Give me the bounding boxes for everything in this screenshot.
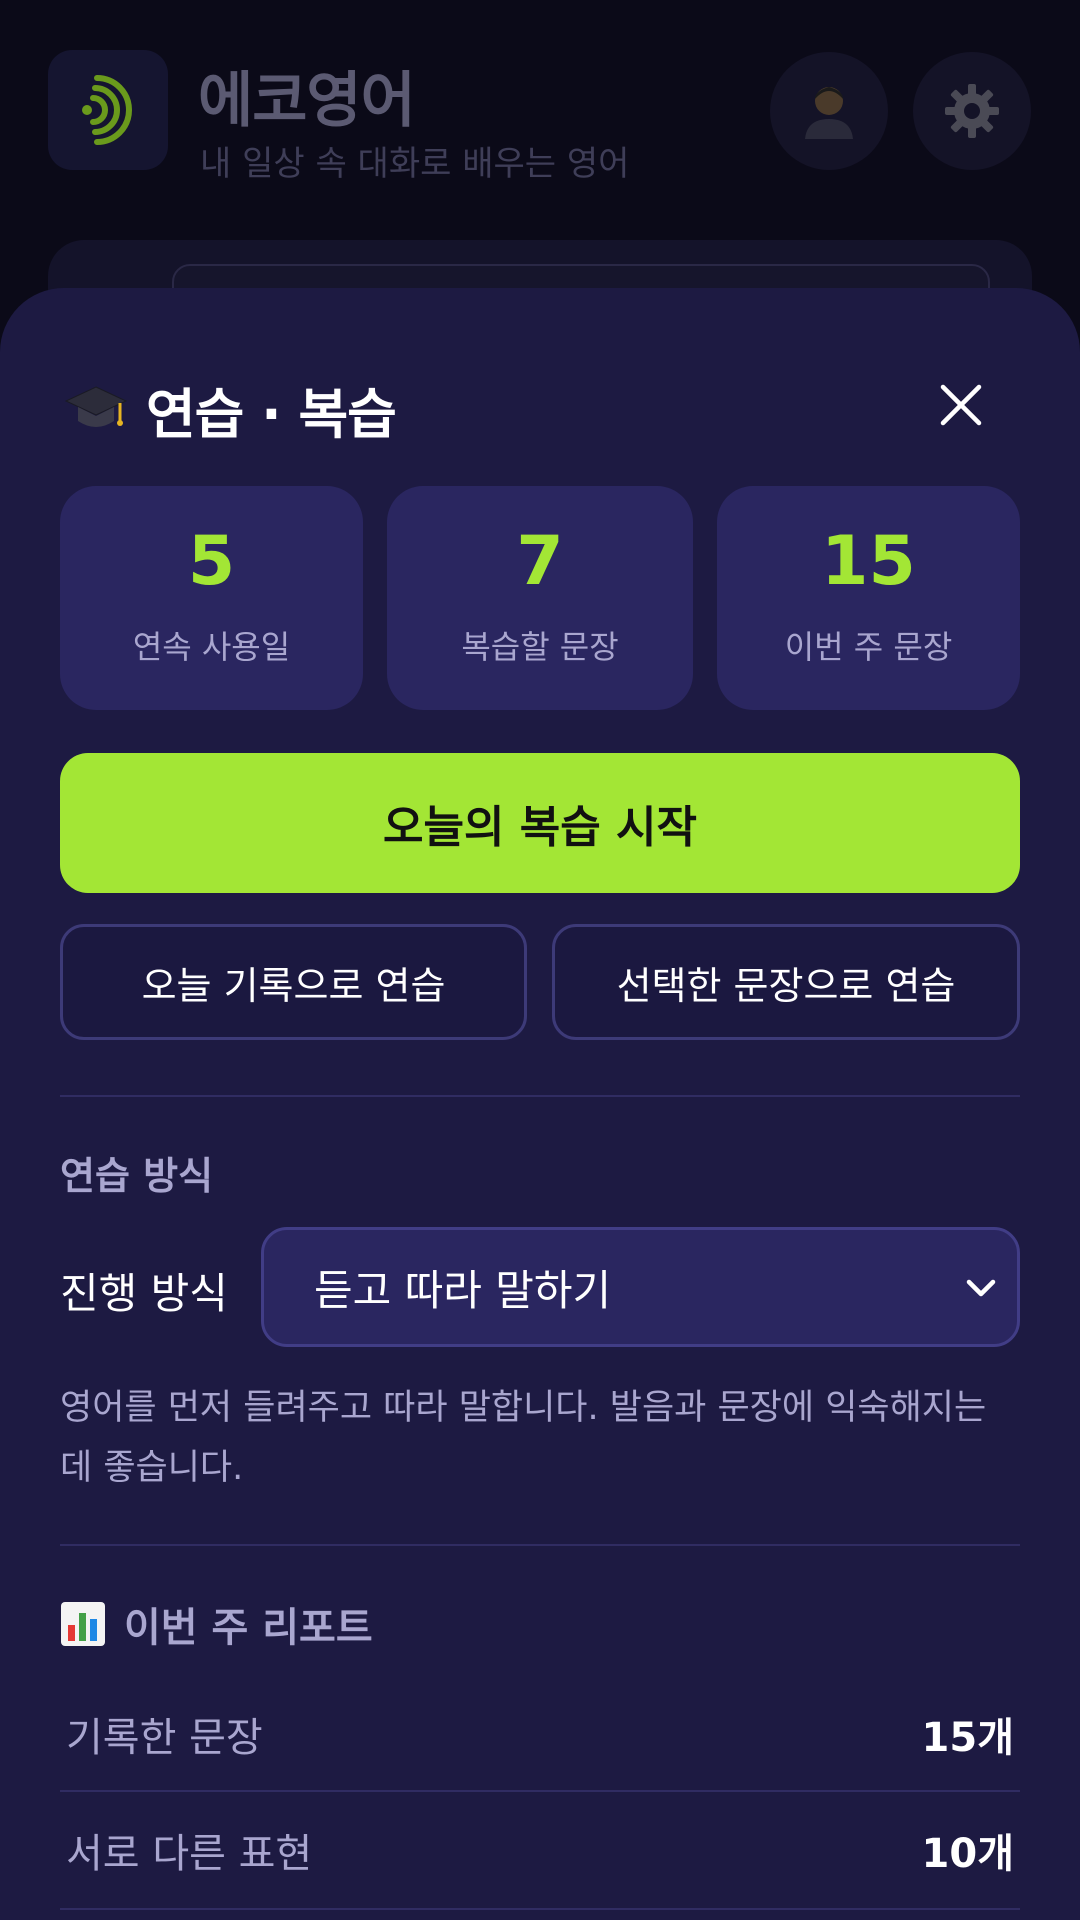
mode-select[interactable]: 듣고 따라 말하기: [261, 1227, 1020, 1347]
sound-wave-icon: [82, 75, 132, 145]
start-review-button[interactable]: 오늘의 복습 시작: [60, 753, 1020, 893]
sheet-title: 연습 · 복습: [64, 370, 397, 449]
report-row-label: 서로 다른 표현: [66, 1831, 313, 1877]
stat-label: 연속 사용일: [132, 628, 291, 666]
stat-week-sentences: 15 이번 주 문장: [717, 486, 1020, 710]
graduation-cap-icon: [64, 378, 128, 442]
report-title: 이번 주 리포트: [60, 1595, 373, 1653]
close-icon: [940, 384, 982, 426]
mode-select-value: 듣고 따라 말하기: [314, 1265, 612, 1315]
person-icon: [805, 87, 853, 139]
report-title-text: 이번 주 리포트: [124, 1605, 373, 1651]
stat-review-sentences: 7 복습할 문장: [387, 486, 693, 710]
app-subtitle: 내 일상 속 대화로 배우는 영어: [200, 144, 630, 184]
mode-description: 영어를 먼저 들려주고 따라 말합니다. 발음과 문장에 익숙해지는 데 좋습니…: [60, 1388, 987, 1488]
report-row: 서로 다른 표현 10개: [66, 1810, 1014, 1890]
close-button[interactable]: [926, 370, 996, 440]
sheet-title-text: 연습 · 복습: [146, 383, 397, 446]
profile-button[interactable]: [770, 52, 888, 170]
report-row: 기록한 문장 15개: [66, 1694, 1014, 1774]
settings-button[interactable]: [913, 52, 1031, 170]
stat-value: 5: [187, 522, 236, 601]
app-logo: [48, 50, 168, 170]
stat-label: 복습할 문장: [461, 628, 619, 666]
stat-value: 15: [821, 522, 916, 601]
app-title: 에코영어: [198, 66, 416, 136]
practice-selected-button[interactable]: 선택한 문장으로 연습: [552, 924, 1020, 1040]
chevron-down-icon: [961, 1268, 1001, 1308]
divider: [60, 1544, 1020, 1546]
gear-icon: [945, 84, 999, 138]
mode-label: 진행 방식: [60, 1269, 228, 1318]
stat-label: 이번 주 문장: [784, 628, 953, 666]
divider: [60, 1790, 1020, 1792]
practice-today-button[interactable]: 오늘 기록으로 연습: [60, 924, 527, 1040]
divider: [60, 1095, 1020, 1097]
report-row-value: 15개: [921, 1715, 1014, 1761]
report-row-label: 기록한 문장: [66, 1715, 263, 1761]
bar-chart-icon: [61, 1602, 105, 1646]
divider: [60, 1908, 1020, 1910]
stat-streak-days: 5 연속 사용일: [60, 486, 363, 710]
mode-section-title: 연습 방식: [60, 1154, 214, 1198]
report-row-value: 10개: [921, 1831, 1014, 1877]
stat-value: 7: [516, 522, 564, 601]
